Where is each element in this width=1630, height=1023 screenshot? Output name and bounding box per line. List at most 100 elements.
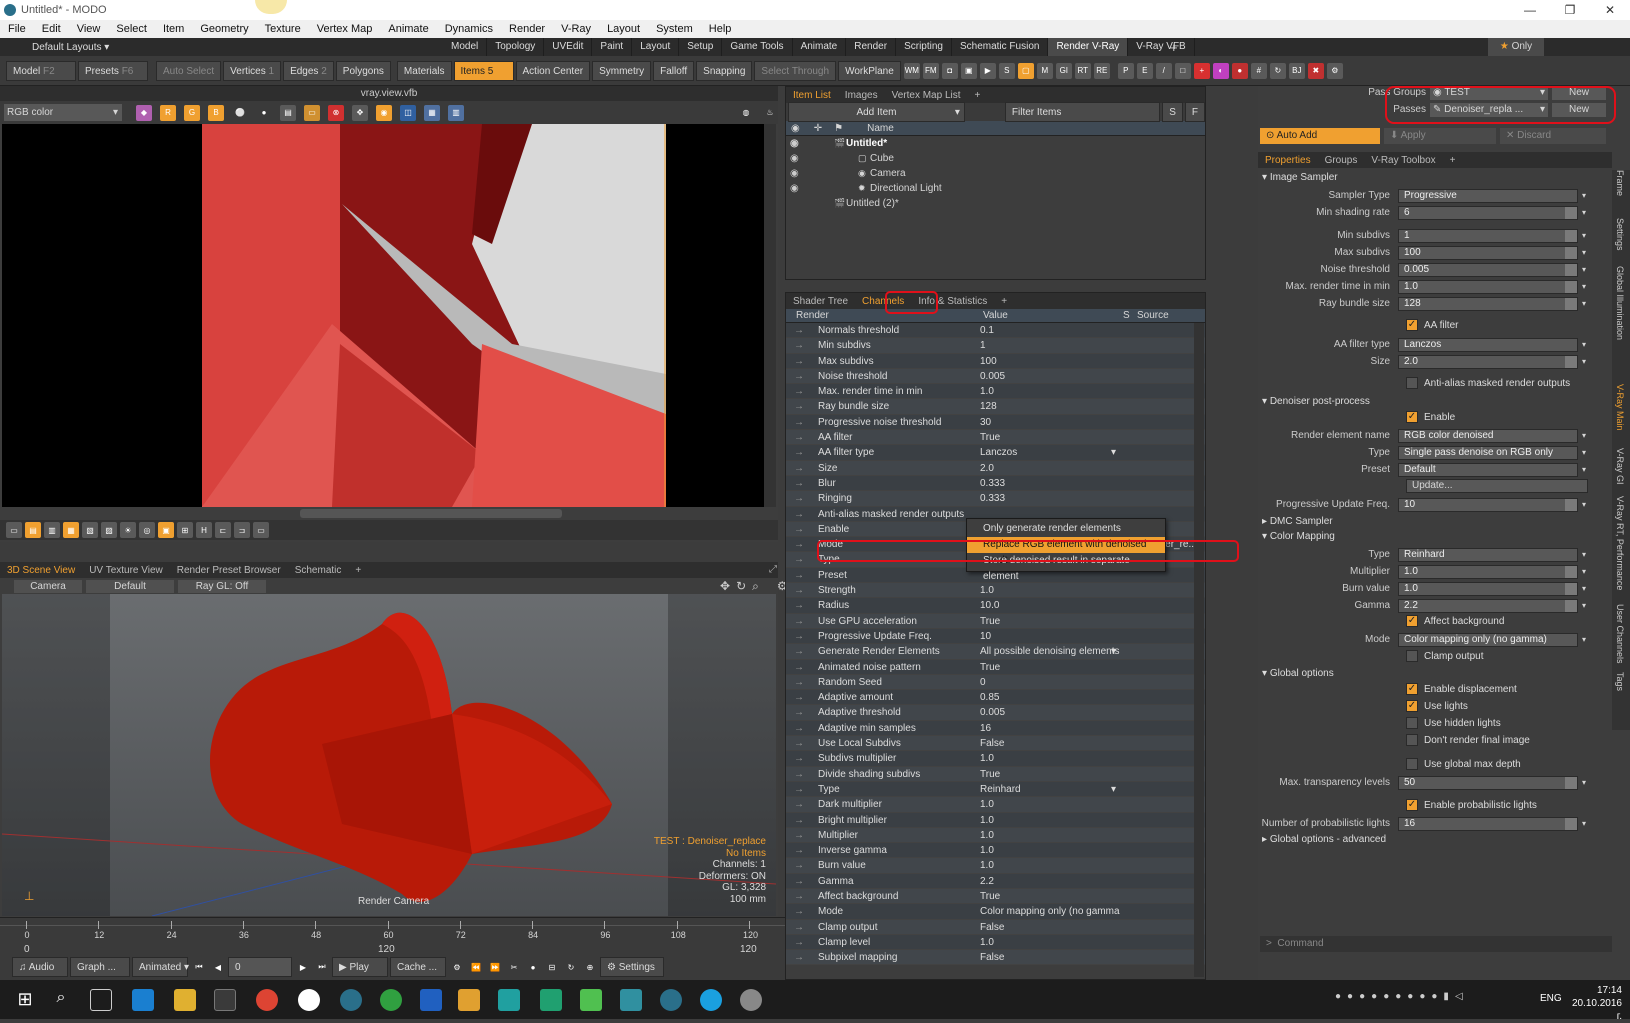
- channel-row[interactable]: → Radius 10.0: [786, 598, 1205, 614]
- channel-value[interactable]: Reinhard ▾: [980, 782, 1120, 796]
- key-set-icon[interactable]: ✂: [506, 959, 522, 975]
- prop-tab-groups[interactable]: Groups: [1318, 155, 1365, 166]
- prop-field[interactable]: 2.2: [1398, 598, 1578, 613]
- tray5-icon[interactable]: ●: [1383, 991, 1389, 1002]
- play-button[interactable]: ▶ Play: [332, 957, 388, 977]
- prop-field[interactable]: 0.005: [1398, 262, 1578, 277]
- checkbox-enable-disp[interactable]: ✓ Enable displacement: [1406, 682, 1517, 698]
- tray-icon[interactable]: ●: [1335, 991, 1341, 1002]
- visibility-eye-icon[interactable]: ◉: [790, 136, 799, 151]
- checkbox-clamp[interactable]: Clamp output: [1406, 649, 1483, 665]
- channel-row[interactable]: → Bright multiplier 1.0: [786, 812, 1205, 828]
- key-next-icon[interactable]: ⏩: [487, 959, 503, 975]
- layout-tab-render-v-ray[interactable]: Render V-Ray: [1048, 38, 1129, 56]
- info-icon[interactable]: ▭: [253, 522, 269, 538]
- menu-select[interactable]: Select: [108, 23, 155, 35]
- item-tab-images[interactable]: Images: [838, 90, 885, 101]
- ab-icon[interactable]: ⊏: [215, 522, 231, 538]
- trash-icon[interactable]: ✖: [1307, 62, 1324, 79]
- rainbow-icon[interactable]: ◐: [1212, 62, 1229, 79]
- curve-correct-icon[interactable]: ▨: [101, 522, 117, 538]
- history-icon[interactable]: ▤: [25, 522, 41, 538]
- lut-icon[interactable]: ▦: [424, 104, 440, 121]
- edge-icon[interactable]: [132, 989, 154, 1011]
- channel-row[interactable]: → Clamp level 1.0: [786, 934, 1205, 951]
- layout-tab-game-tools[interactable]: Game Tools: [722, 38, 793, 56]
- layers-icon[interactable]: ▥: [44, 522, 60, 538]
- menu-file[interactable]: File: [0, 23, 34, 35]
- pycharm-icon[interactable]: [580, 989, 602, 1011]
- side-tab-user-channels[interactable]: User Channels: [1615, 604, 1625, 664]
- frame-icon[interactable]: ▢: [1017, 62, 1034, 79]
- menu-item-only-generate[interactable]: Only generate render elements: [967, 521, 1165, 537]
- layout-tab-scripting[interactable]: Scripting: [896, 38, 952, 56]
- checkbox-use-global-max[interactable]: Use global max depth: [1406, 757, 1521, 773]
- menu-geometry[interactable]: Geometry: [192, 23, 256, 35]
- render-icon[interactable]: ▣: [960, 62, 977, 79]
- link-icon[interactable]: [1565, 206, 1577, 219]
- compare-icon[interactable]: ◫: [400, 104, 416, 121]
- camera-icon[interactable]: ◘: [941, 62, 958, 79]
- channel-row[interactable]: → Adaptive threshold 0.005: [786, 705, 1205, 721]
- dropdown-arrow-icon[interactable]: ▾: [1582, 231, 1586, 240]
- channel-value[interactable]: 1: [980, 338, 1120, 352]
- shading-dropdown[interactable]: Default: [86, 580, 174, 593]
- prop-field[interactable]: 2.0: [1398, 354, 1578, 369]
- channel-value[interactable]: 1.0: [980, 583, 1120, 597]
- checkbox-aa-filter[interactable]: ✓ AA filter: [1406, 318, 1458, 334]
- items-button[interactable]: Items 5: [453, 60, 514, 81]
- channel-value[interactable]: True: [980, 767, 1120, 781]
- dropdown-arrow-icon[interactable]: ▾: [1582, 265, 1586, 274]
- link-icon[interactable]: [1565, 582, 1577, 595]
- levels-icon[interactable]: ▧: [82, 522, 98, 538]
- dropdown-arrow-icon[interactable]: ▾: [1582, 584, 1586, 593]
- channel-value[interactable]: 0.85: [980, 690, 1120, 704]
- channel-row[interactable]: → Affect background True: [786, 888, 1205, 905]
- channel-value[interactable]: Lanczos ▾: [980, 445, 1120, 459]
- channel-row[interactable]: → Dark multiplier 1.0: [786, 797, 1205, 813]
- prop-field[interactable]: 6: [1398, 205, 1578, 220]
- prop-tab-v-ray-toolbox[interactable]: V-Ray Toolbox: [1364, 155, 1442, 166]
- channel-value[interactable]: 0.333: [980, 491, 1120, 505]
- prop-field[interactable]: RGB color denoised: [1398, 428, 1578, 443]
- key-prev-icon[interactable]: ⏪: [468, 959, 484, 975]
- link-icon[interactable]: [1565, 498, 1577, 511]
- color-channels-icon[interactable]: ◆: [136, 104, 152, 121]
- unchecked-icon[interactable]: [1406, 377, 1418, 390]
- channel-tab-shader-tree[interactable]: Shader Tree: [786, 296, 855, 307]
- search-icon[interactable]: ⌕: [50, 989, 72, 1011]
- item-tab-vertex-map-list[interactable]: Vertex Map List: [885, 90, 968, 101]
- channel-row[interactable]: → Adaptive amount 0.85: [786, 690, 1205, 706]
- light-icon[interactable]: ●: [1231, 62, 1248, 79]
- raygl-dropdown[interactable]: Ray GL: Off: [178, 580, 266, 593]
- white-dot-icon[interactable]: ⚪: [232, 105, 248, 121]
- channel-row[interactable]: → Progressive noise threshold 30: [786, 414, 1205, 431]
- channel-row[interactable]: → Burn value 1.0: [786, 858, 1205, 874]
- menu-v-ray[interactable]: V-Ray: [553, 23, 599, 35]
- app-green-icon[interactable]: [380, 989, 402, 1011]
- dropdown-arrow-icon[interactable]: ▾: [1111, 782, 1116, 796]
- close-icon[interactable]: ✕: [1590, 0, 1630, 20]
- link-icon[interactable]: [1565, 776, 1577, 789]
- 3d-scene[interactable]: TEST : Denoiser_replace No Items Channel…: [2, 594, 776, 916]
- stamp-icon[interactable]: ▣: [158, 522, 174, 538]
- channel-row[interactable]: → Use Local Subdivs False: [786, 736, 1205, 752]
- unchecked-icon[interactable]: [1406, 650, 1418, 663]
- menu-texture[interactable]: Texture: [257, 23, 309, 35]
- prop-tab-properties[interactable]: Properties: [1258, 155, 1318, 166]
- app-blue-icon[interactable]: [420, 989, 442, 1011]
- frame-field[interactable]: 0: [228, 957, 292, 977]
- link-icon[interactable]: [1565, 297, 1577, 310]
- channel-row[interactable]: → Ringing 0.333: [786, 491, 1205, 507]
- channel-row[interactable]: → Max subdivs 100: [786, 353, 1205, 369]
- dropdown-arrow-icon[interactable]: ▾: [1582, 248, 1586, 257]
- visibility-eye-icon[interactable]: ◉: [790, 181, 799, 196]
- prop-field[interactable]: 50: [1398, 775, 1578, 790]
- prop-field[interactable]: Default: [1398, 462, 1578, 477]
- checked-icon[interactable]: ✓: [1406, 799, 1418, 812]
- channel-value[interactable]: 1.0: [980, 858, 1120, 872]
- item-row[interactable]: ◉ ◉ Camera: [786, 166, 1205, 181]
- channel-value[interactable]: False: [980, 950, 1120, 964]
- symmetry-button[interactable]: Symmetry: [592, 60, 652, 81]
- layout-tab-uvedit[interactable]: UVEdit: [544, 38, 593, 56]
